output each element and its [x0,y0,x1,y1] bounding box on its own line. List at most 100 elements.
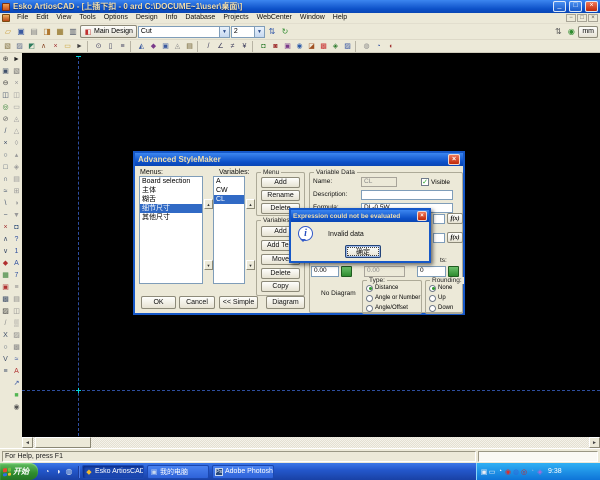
digits-field[interactable]: 0 [417,266,446,277]
min-fx-button[interactable]: f(x) [447,213,463,224]
tool-icon[interactable]: ▤ [12,293,22,305]
toolbar-icon[interactable]: ▥ [67,26,79,38]
toolbar-icon[interactable]: × [50,41,61,52]
tool-icon[interactable]: − [1,209,11,221]
scrollbar-thumb[interactable] [35,437,91,448]
tool-icon[interactable]: ◫ [1,89,11,101]
tool-icon[interactable]: ▭ [12,101,22,113]
menu-item[interactable]: Options [100,13,132,23]
tool-icon[interactable]: X [1,329,11,341]
tool-icon[interactable]: ◫ [12,305,22,317]
simple-button[interactable]: << Simple [219,296,258,309]
toolbar-icon[interactable]: ▭ [62,41,73,52]
menu-item[interactable]: Help [329,13,351,23]
toolbar-icon[interactable]: ◉ [294,41,305,52]
description-field[interactable] [361,190,453,200]
tool-icon[interactable]: ≡ [12,281,22,293]
toolbar-icon[interactable]: ▨ [14,41,25,52]
tool-icon[interactable]: ↗ [12,377,22,389]
tool-icon[interactable]: × [1,137,11,149]
tool-icon[interactable]: ≈ [12,353,22,365]
tool-icon[interactable]: ≡ [1,365,11,377]
toolbar-icon[interactable] [130,41,134,52]
toolbar-icon[interactable]: ▤ [28,26,40,38]
taskbar-task-my-computer[interactable]: ▣ 我的电脑 [147,465,209,479]
current-value-field[interactable]: 0.00 [311,266,339,277]
tool-icon[interactable]: ◫ [12,89,22,101]
tray-icon[interactable]: ◈ [536,466,544,478]
max-fx-button[interactable]: f(x) [447,232,463,243]
tool-icon[interactable]: ▦ [1,269,11,281]
tray-icon[interactable]: ◍ [512,466,520,478]
restore-button[interactable]: □ [569,1,582,12]
menus-move-down-button[interactable]: ▼ [204,260,213,270]
mdi-minimize-button[interactable]: − [566,14,576,22]
toolbar-icon[interactable]: ≡ [117,41,128,52]
toolbar-icon[interactable]: ▣ [160,41,171,52]
toolbar-icon[interactable]: ◬ [172,41,183,52]
tool-icon[interactable]: ▧ [12,65,22,77]
tool-icon[interactable]: ▩ [1,293,11,305]
variable-delete-button[interactable]: Delete [261,268,300,279]
menus-list-item[interactable]: 糊舌 [140,195,202,204]
tool-icon[interactable]: ▨ [1,305,11,317]
menu-item[interactable]: Database [181,13,219,23]
menu-item[interactable]: Window [296,13,329,23]
mdi-close-button[interactable]: × [588,14,598,22]
toolbar-icon[interactable]: ◔ [373,41,384,52]
variables-list-item[interactable]: A [214,177,244,186]
tool-icon[interactable]: ◎ [1,101,11,113]
cancel-button[interactable]: Cancel [179,296,215,309]
tool-icon[interactable]: ∨ [1,245,11,257]
tool-icon[interactable]: ⊕ [1,53,11,65]
tool-icon[interactable]: △ [12,125,22,137]
tool-icon[interactable]: V [1,353,11,365]
toolbar-icon[interactable]: ▤ [184,41,195,52]
toolbar-icon[interactable]: ▨ [342,41,353,52]
menu-add-button[interactable]: Add [261,177,300,188]
stylemaker-titlebar[interactable]: Advanced StyleMaker × [135,153,463,166]
toolbar-icon[interactable] [197,41,201,52]
menus-list-item[interactable]: 主体 [140,186,202,195]
toolbar-icon[interactable]: ◨ [41,26,53,38]
toolbar-icon[interactable]: ▱ [2,26,14,38]
chevron-down-icon[interactable]: ▼ [219,27,229,37]
taskbar-task-artioscad[interactable]: ◆ Esko ArtiosCAD -... [82,465,144,479]
units-button[interactable]: mm [578,26,598,38]
tool-icon[interactable]: ▴ [12,149,22,161]
toolbar-icon[interactable]: ◩ [26,41,37,52]
tool-icon[interactable]: 7 [12,269,22,281]
menus-list-item[interactable]: Board selection [140,177,202,186]
tool-icon[interactable]: / [1,125,11,137]
tool-icon[interactable]: ■ [12,389,22,401]
error-titlebar[interactable]: Expression could not be evaluated × [291,210,429,222]
stylemaker-close-button[interactable]: × [448,154,460,165]
tool-icon[interactable]: ◘ [12,221,22,233]
toolbar-icon[interactable]: ∧ [38,41,49,52]
menu-item[interactable]: WebCenter [253,13,296,23]
tool-icon[interactable]: A [12,257,22,269]
tool-icon[interactable]: ▼ [12,209,22,221]
layer-combobox[interactable]: Cut ▼ [138,26,230,38]
toolbar-icon[interactable]: ▣ [282,41,293,52]
tool-icon[interactable]: ◈ [12,161,22,173]
variables-move-up-button[interactable]: ▲ [246,199,255,209]
type-radio[interactable]: Angle/Offset [366,303,420,313]
taskbar-task-photoshop[interactable]: Ps Adobe Photoshop ... [212,465,274,479]
tool-icon[interactable]: ≈ [1,185,11,197]
diagram-button[interactable]: Diagram [266,296,305,309]
toolbar-icon[interactable]: ↻ [279,26,291,38]
toolbar-icon[interactable]: ◉ [565,26,577,38]
toolbar-icon[interactable]: ◍ [361,41,372,52]
tool-icon[interactable]: ○ [1,341,11,353]
tool-icon[interactable]: ∩ [1,173,11,185]
tool-icon[interactable]: □ [1,161,11,173]
digits-calc-button[interactable] [448,266,459,277]
tool-icon[interactable]: ∧ [1,233,11,245]
toolbar-icon[interactable]: ► [74,41,85,52]
toolbar-icon[interactable]: ≠ [227,41,238,52]
variables-listbox[interactable]: ACWCL [213,176,245,284]
tool-icon[interactable]: ◉ [12,401,22,413]
scale-combobox[interactable]: 2 ▼ [231,26,265,38]
scroll-left-button[interactable]: ◄ [22,437,33,448]
